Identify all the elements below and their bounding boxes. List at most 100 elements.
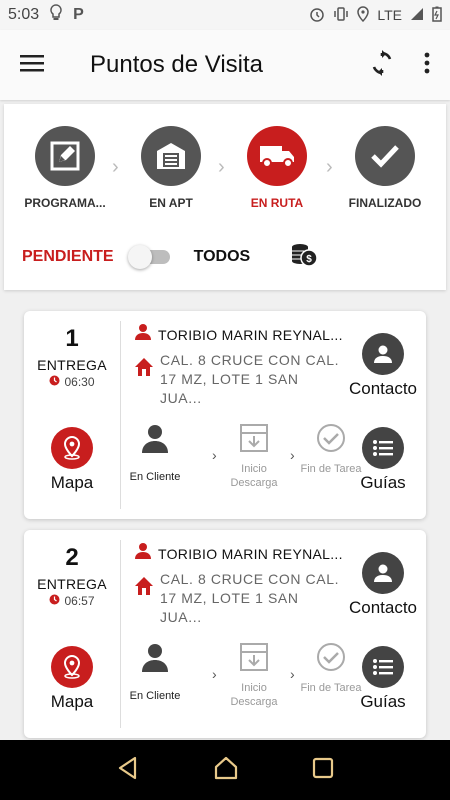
chevron-right-icon: › <box>290 666 295 682</box>
progress-label: Inicio Descarga <box>230 682 278 708</box>
truck-icon <box>247 126 307 186</box>
back-icon[interactable] <box>115 755 141 786</box>
location-icon <box>357 5 370 25</box>
chevron-right-icon: › <box>212 666 217 682</box>
progress-label: Inicio Descarga <box>230 463 278 489</box>
progress-label: Fin de Tarea <box>300 682 362 694</box>
person-icon <box>140 425 170 457</box>
contact-label: Contacto <box>348 598 418 617</box>
toggle-knob <box>127 244 152 269</box>
page-title: Puntos de Visita <box>90 51 264 78</box>
map-button[interactable]: Mapa <box>24 646 120 712</box>
visit-type: ENTREGA <box>37 576 107 592</box>
step-label: EN RUTA <box>250 196 304 210</box>
archive-download-icon <box>239 643 269 676</box>
progress-inicio-descarga[interactable]: Inicio Descarga <box>219 642 289 709</box>
progress-en-cliente[interactable]: En Cliente <box>120 423 190 484</box>
person-icon <box>134 542 152 565</box>
status-steps-card: PROGRAMA... › EN APT › EN RUTA › FINALIZ… <box>4 104 446 290</box>
home-icon <box>134 357 154 408</box>
parking-app-icon: P <box>73 6 84 23</box>
progress-label: Fin de Tarea <box>300 463 362 475</box>
chevron-right-icon: › <box>290 447 295 463</box>
alarm-icon <box>309 6 325 25</box>
person-icon <box>134 323 152 346</box>
status-bar: 5:03 P LTE <box>0 0 450 30</box>
filter-row: PENDIENTE TODOS $ <box>22 240 318 273</box>
pending-filter-label[interactable]: PENDIENTE <box>22 248 114 266</box>
map-pin-icon <box>51 427 93 469</box>
check-circle-icon <box>316 424 346 457</box>
pending-all-toggle[interactable] <box>127 244 170 269</box>
archive-download-icon <box>239 424 269 457</box>
address-row: CAL. 8 CRUCE CON CAL. 17 MZ, LOTE 1 SAN … <box>134 351 344 408</box>
client-row: TORIBIO MARIN REYNAL... <box>134 323 344 346</box>
home-icon[interactable] <box>212 754 240 787</box>
map-pin-icon <box>51 646 93 688</box>
person-icon <box>362 333 404 375</box>
guides-label: Guías <box>360 692 406 711</box>
map-label: Mapa <box>50 473 94 492</box>
visit-time: 06:30 <box>24 375 120 389</box>
check-circle-icon <box>316 643 346 676</box>
step-en-ruta[interactable]: EN RUTA <box>222 126 332 210</box>
client-name: TORIBIO MARIN REYNAL... <box>158 326 343 343</box>
network-type: LTE <box>377 7 402 23</box>
sync-icon[interactable] <box>370 49 394 81</box>
warehouse-icon <box>141 126 201 186</box>
step-label: FINALIZADO <box>348 196 422 210</box>
coins-money-icon[interactable]: $ <box>290 240 318 273</box>
visit-progress: En Cliente › Inicio Descarga › Fin de Ta… <box>120 423 361 503</box>
visit-time-value: 06:57 <box>64 594 95 608</box>
map-label: Mapa <box>50 692 94 711</box>
app-bar: Puntos de Visita <box>0 30 450 100</box>
progress-en-cliente[interactable]: En Cliente <box>120 642 190 703</box>
svg-text:$: $ <box>306 254 312 265</box>
visit-type: ENTREGA <box>37 357 107 373</box>
status-time: 5:03 <box>8 6 40 23</box>
visit-progress: En Cliente › Inicio Descarga › Fin de Ta… <box>120 642 361 722</box>
map-button[interactable]: Mapa <box>24 427 120 493</box>
progress-label: En Cliente <box>129 471 181 483</box>
signal-icon <box>410 7 424 24</box>
clock-icon <box>49 594 60 608</box>
step-finalizado[interactable]: FINALIZADO <box>330 126 440 210</box>
contact-button[interactable]: Contacto <box>340 333 426 399</box>
more-vert-icon[interactable] <box>424 52 430 79</box>
visit-time: 06:57 <box>24 594 120 608</box>
battery-icon <box>432 6 442 25</box>
address: CAL. 8 CRUCE CON CAL. 17 MZ, LOTE 1 SAN … <box>160 352 340 406</box>
step-label: PROGRAMA... <box>24 196 106 210</box>
vibrate-icon <box>333 6 349 25</box>
list-icon <box>362 427 404 469</box>
all-filter-label[interactable]: TODOS <box>194 248 251 266</box>
menu-icon[interactable] <box>20 53 46 78</box>
progress-inicio-descarga[interactable]: Inicio Descarga <box>219 423 289 490</box>
person-icon <box>140 644 170 676</box>
guides-label: Guías <box>360 473 406 492</box>
recents-icon[interactable] <box>311 756 335 785</box>
visit-time-value: 06:30 <box>64 375 95 389</box>
client-row: TORIBIO MARIN REYNAL... <box>134 542 344 565</box>
system-nav-bar <box>0 740 450 800</box>
list-icon <box>362 646 404 688</box>
edit-icon <box>35 126 95 186</box>
clock-icon <box>49 375 60 389</box>
contact-button[interactable]: Contacto <box>340 552 426 618</box>
step-en-apt[interactable]: EN APT <box>116 126 226 210</box>
home-icon <box>134 576 154 627</box>
chevron-right-icon: › <box>212 447 217 463</box>
contact-label: Contacto <box>348 379 418 398</box>
lightbulb-icon <box>49 3 63 27</box>
visit-card[interactable]: 1 ENTREGA 06:30 Mapa TORIBIO MARIN REYNA… <box>24 311 426 519</box>
progress-fin-tarea[interactable]: Fin de Tarea <box>296 423 366 476</box>
visit-card[interactable]: 2 ENTREGA 06:57 Mapa TORIBIO MARIN REYNA… <box>24 530 426 738</box>
step-programado[interactable]: PROGRAMA... <box>10 126 120 210</box>
progress-label: En Cliente <box>129 690 181 702</box>
step-label: EN APT <box>149 196 193 210</box>
progress-fin-tarea[interactable]: Fin de Tarea <box>296 642 366 695</box>
person-icon <box>362 552 404 594</box>
visit-number: 1 <box>65 325 79 352</box>
address-row: CAL. 8 CRUCE CON CAL. 17 MZ, LOTE 1 SAN … <box>134 570 344 627</box>
visit-number: 2 <box>65 544 79 571</box>
